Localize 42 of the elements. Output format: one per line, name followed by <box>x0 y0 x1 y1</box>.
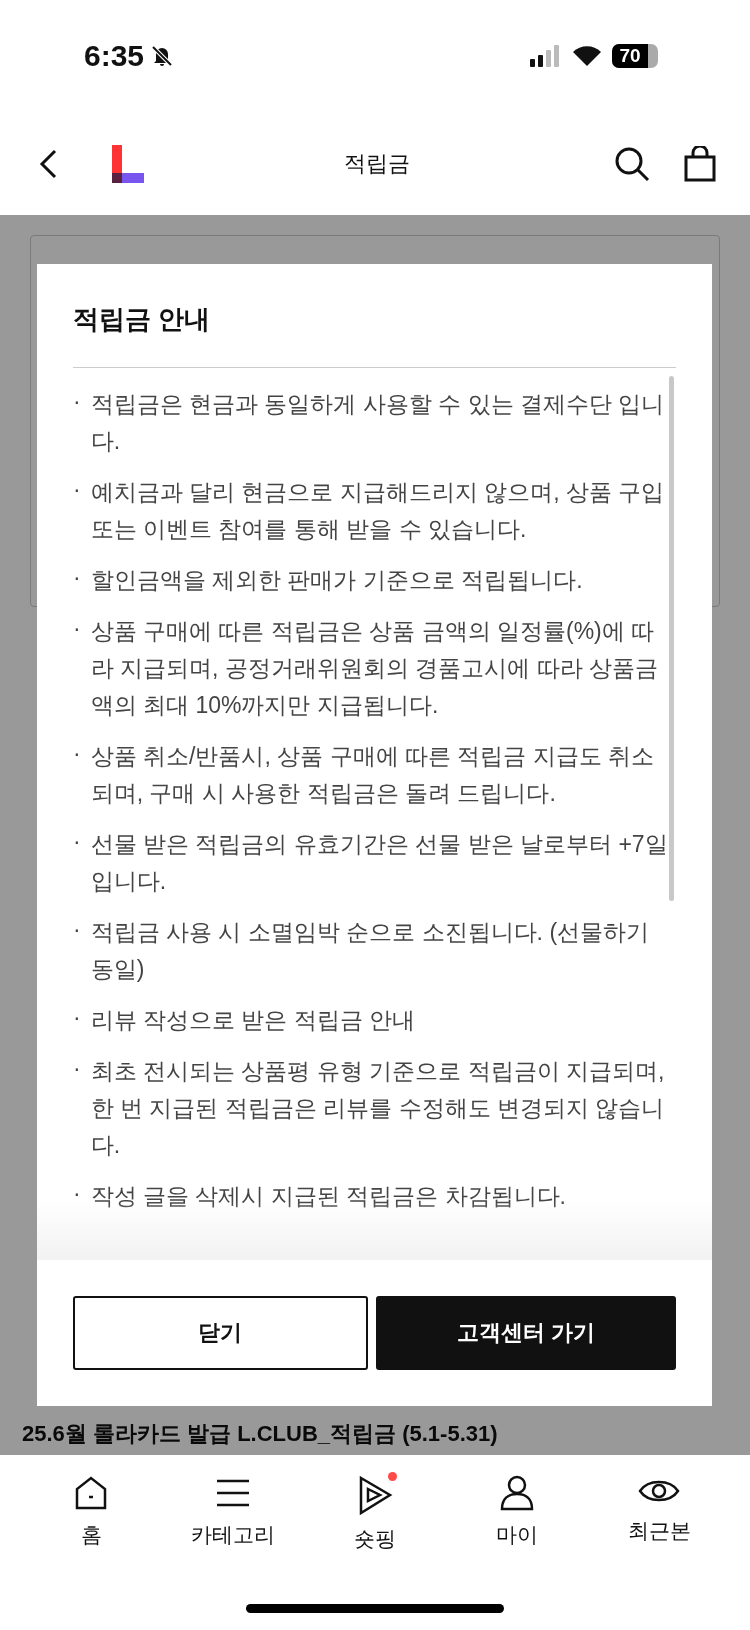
bell-off-icon <box>150 44 175 68</box>
user-icon <box>499 1475 535 1511</box>
nav-tab[interactable]: 마이 <box>457 1475 577 1553</box>
list-bullet: · <box>73 475 81 504</box>
shopping-bag-icon[interactable] <box>684 145 716 182</box>
close-button[interactable]: 닫기 <box>73 1296 368 1370</box>
search-icon[interactable] <box>614 145 650 182</box>
info-text: 상품 구매에 따른 적립금은 상품 금액의 일정률(%)에 따라 지급되며, 공정거래위원회의 경품고시에 따라 상품금액의 최대 10%까지만 지급됩니다. <box>90 617 659 720</box>
page-title: 적립금 <box>343 149 411 178</box>
nav-tab[interactable]: 숏핑 <box>315 1475 435 1553</box>
info-text: 최초 전시되는 상품평 유형 기준으로 적립금이 지급되며, 한 번 지급된 적립금은 리뷰를 수정해도 변경되지 않습니다. <box>90 1057 666 1160</box>
list-bullet: · <box>73 1003 81 1032</box>
info-text: 적립금 사용 시 소멸임박 순으로 소진됩니다. (선물하기 동일) <box>90 918 651 984</box>
list-bullet: · <box>73 563 81 592</box>
info-text: 선물 받은 적립금의 유효기간은 선물 받은 날로부터 +7일입니다. <box>90 830 669 896</box>
customer-center-button[interactable]: 고객센터 가기 <box>375 1296 676 1370</box>
list-bullet: · <box>73 739 81 768</box>
home-icon <box>73 1475 109 1511</box>
info-text: 리뷰 작성으로 받은 적립금 안내 <box>90 1006 416 1035</box>
modal-title: 적립금 안내 <box>73 264 676 368</box>
signal-icon <box>530 45 562 67</box>
nav-tab[interactable]: 홈 <box>31 1475 151 1553</box>
list-bullet: · <box>73 1054 81 1083</box>
list-bullet: · <box>73 387 81 416</box>
back-icon[interactable] <box>38 148 58 179</box>
info-text: 상품 취소/반품시, 상품 구매에 따른 적립금 지급도 취소되며, 구매 시 사용한 적립금은 돌려 드립니다. <box>90 742 656 808</box>
info-text: 적립금은 현금과 동일하게 사용할 수 있는 결제수단 입니다. <box>90 390 666 456</box>
list-bullet: · <box>73 1179 81 1208</box>
list-bullet: · <box>73 614 81 643</box>
list-bullet: · <box>73 915 81 944</box>
play-icon <box>357 1475 393 1515</box>
nav-tab[interactable]: 카테고리 <box>173 1475 293 1553</box>
list-bullet: · <box>73 827 81 856</box>
status-time: 6:35 <box>84 39 145 73</box>
nav-tab[interactable]: 최근본 <box>599 1475 719 1553</box>
list-title: 25.6월 롤라카드 발급 L.CLUB_적립금 (5.1-5.31) <box>22 1420 498 1448</box>
info-text: 할인금액을 제외한 판매가 기준으로 적립됩니다. <box>90 566 583 595</box>
wifi-icon <box>572 45 602 67</box>
battery-icon: 70 <box>612 44 658 68</box>
info-text: 예치금과 달리 현금으로 지급해드리지 않으며, 상품 구입 또는 이벤트 참여를 통해 받을 수 있습니다. <box>90 478 666 544</box>
logo-icon[interactable] <box>112 144 144 183</box>
info-text: 작성 글을 삭제시 지급된 적립금은 차감됩니다. <box>90 1182 566 1211</box>
